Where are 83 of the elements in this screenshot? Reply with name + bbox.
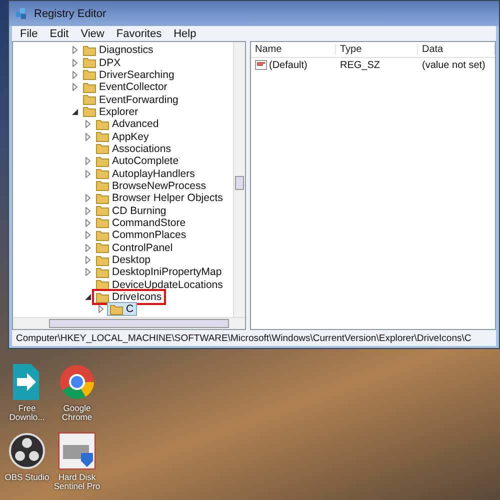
window-title: Registry Editor [34, 8, 106, 20]
folder-icon [96, 143, 109, 154]
folder-icon [96, 254, 109, 266]
desktop-shortcut[interactable]: Hard Disk Sentinel Pro [52, 430, 102, 492]
expand-arrow-icon[interactable] [71, 58, 79, 67]
menu-item[interactable]: Favorites [116, 28, 162, 40]
column-header[interactable]: Type [336, 44, 418, 55]
expand-arrow-icon[interactable] [84, 244, 92, 252]
tree-item[interactable]: Associations [94, 142, 173, 155]
tree-item[interactable]: C [107, 302, 137, 316]
table-cell-text: REG_SZ [339, 60, 382, 70]
desktop-shortcut[interactable]: OBS Studio [2, 430, 52, 492]
browser-icon [57, 362, 97, 402]
folder-icon [96, 118, 109, 130]
folder-icon [83, 69, 96, 80]
folder-icon [83, 57, 96, 68]
collapse-arrow-icon[interactable] [84, 293, 92, 302]
menu-item[interactable]: Help [174, 28, 196, 40]
tree-item[interactable]: EventCollector [81, 81, 170, 94]
expand-arrow-icon[interactable] [97, 305, 105, 314]
expand-arrow-icon[interactable] [84, 120, 92, 128]
folder-icon [83, 82, 96, 93]
tree-item[interactable]: Diagnostics [81, 44, 156, 56]
expand-arrow-icon[interactable] [71, 46, 79, 54]
menu-item[interactable]: File [20, 28, 38, 40]
table-cell-text: (value not set) [421, 60, 486, 70]
folder-icon [96, 180, 109, 192]
tree-item[interactable]: AutoComplete [94, 155, 181, 168]
expand-arrow-icon[interactable] [84, 194, 92, 202]
folder-icon [83, 44, 96, 56]
tree-item[interactable]: DPX [81, 56, 123, 69]
expand-arrow-icon[interactable] [84, 132, 92, 141]
tree-item[interactable]: BrowseNewProcess [94, 180, 208, 192]
folder-icon [96, 242, 109, 254]
folder-icon [96, 192, 109, 204]
folder-icon [96, 168, 109, 180]
tree-item[interactable]: Browser Helper Objects [94, 192, 225, 204]
desktop-shortcut[interactable]: Google Chrome [52, 362, 102, 423]
column-header[interactable]: Name [251, 44, 336, 55]
expand-arrow-icon[interactable] [84, 170, 92, 178]
menu-item[interactable]: View [80, 28, 104, 40]
folder-icon [96, 156, 109, 167]
collapse-arrow-icon[interactable] [71, 108, 79, 116]
expand-arrow-icon[interactable] [71, 70, 79, 79]
tree-item[interactable]: CommandStore [94, 216, 188, 229]
tree-item[interactable]: DesktopIniPropertyMap [94, 266, 224, 278]
tree-item[interactable]: AutoplayHandlers [94, 168, 197, 180]
expand-arrow-icon[interactable] [84, 231, 92, 240]
tree-item[interactable]: CD Burning [94, 204, 168, 217]
tree-item[interactable]: Advanced [94, 118, 161, 130]
folder-icon [96, 217, 109, 228]
tree-item[interactable]: DeviceUpdateLocations [94, 278, 225, 291]
folder-icon [110, 304, 123, 315]
folder-icon [96, 279, 109, 290]
expand-arrow-icon[interactable] [84, 206, 92, 215]
tree-item[interactable]: DriveIcons [94, 291, 164, 304]
tree-item[interactable]: Desktop [94, 254, 153, 266]
vertical-scrollbar[interactable] [233, 42, 245, 317]
tree-item[interactable]: AppKey [94, 130, 151, 143]
expand-arrow-icon[interactable] [84, 268, 92, 276]
folder-icon [96, 230, 109, 241]
tree-item[interactable]: ControlPanel [94, 242, 175, 254]
folder-icon [83, 94, 96, 106]
expand-arrow-icon[interactable] [84, 157, 92, 166]
folder-icon [96, 131, 109, 142]
expand-arrow-icon[interactable] [84, 218, 92, 227]
expand-arrow-icon[interactable] [71, 83, 79, 92]
tree-item[interactable]: CommonPlaces [94, 229, 188, 242]
folder-icon [96, 266, 109, 278]
table-cell: (Default) [251, 60, 336, 70]
folder-icon [83, 106, 96, 118]
expand-arrow-icon[interactable] [84, 256, 92, 264]
column-header[interactable]: Data [418, 44, 495, 55]
folder-icon [96, 205, 109, 216]
tree-item[interactable]: Explorer [81, 106, 140, 118]
menu-item[interactable]: Edit [50, 28, 69, 40]
desktop-shortcut[interactable]: Free Downlo... [2, 362, 52, 423]
string-value-icon [255, 60, 267, 70]
tree-item[interactable]: EventForwarding [81, 94, 180, 106]
horizontal-scrollbar[interactable] [13, 317, 245, 329]
folder-icon [96, 292, 109, 303]
tree-item[interactable]: DriverSearching [81, 68, 176, 81]
status-bar: Computer\HKEY_LOCAL_MACHINE\SOFTWARE\Microsoft\Windows\CurrentVersion\Explorer\DriveIcons\C [12, 330, 496, 346]
